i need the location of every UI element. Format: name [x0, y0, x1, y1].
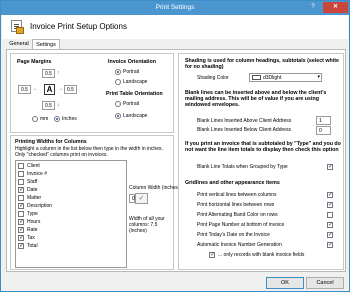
- print-settings-window: Print Settings ? ✕ Invoice Print Setup O…: [0, 0, 350, 292]
- column-checkbox[interactable]: [18, 179, 24, 185]
- unit-inches-label: Inches: [62, 116, 77, 122]
- shading-color-select[interactable]: d3Dlight ▾: [249, 73, 322, 82]
- window-title: Print Settings: [155, 4, 195, 11]
- invoice-print-icon: [11, 20, 24, 34]
- margins-title: Page Margins: [17, 59, 52, 65]
- column-width-label: Column Width (inches): [129, 185, 180, 191]
- blank-line-totals-checkbox[interactable]: [327, 163, 333, 171]
- option-todays-date-label: Print Today's Date on the Invoice: [197, 232, 270, 238]
- unit-inches-radio[interactable]: [54, 116, 60, 122]
- dialog-header: Invoice Print Setup Options: [2, 15, 348, 39]
- shading-color-value: d3Dlight: [263, 75, 282, 81]
- option-auto-invoice-label: Automatic Invoice Number Generation: [197, 242, 282, 248]
- left-margin-input[interactable]: 0.5: [18, 85, 31, 94]
- help-button[interactable]: ?: [304, 2, 322, 13]
- blank-lines-title: Blank lines can be inserted above and be…: [185, 90, 327, 108]
- invoice-portrait-radio[interactable]: [115, 69, 121, 75]
- column-checkbox[interactable]: [18, 195, 24, 201]
- cancel-button[interactable]: Cancel: [306, 277, 344, 289]
- invoice-landscape-radio[interactable]: [115, 79, 121, 85]
- blank-line-totals-label: Blank Line Totals when Grouped by Type: [197, 164, 288, 170]
- option-blank-invoice-label: ... only records with blank invoice fiel…: [218, 252, 305, 258]
- option-horizontal-lines-label: Print horizontal lines between rows: [197, 202, 275, 208]
- shading-title: Shading is used for column headings, sub…: [185, 58, 339, 70]
- gridlines-title: Gridlines and other appearance items: [185, 180, 280, 186]
- widths-hint: Highlight a column in the list below the…: [15, 146, 163, 158]
- bottom-margin-input[interactable]: 0.5: [42, 101, 55, 110]
- subtotal-title: If you print an invoice that is subtotal…: [185, 141, 341, 153]
- column-checkbox[interactable]: [18, 218, 24, 226]
- option-blank-invoice-checkbox[interactable]: [209, 251, 215, 259]
- bottom-margin-arrow-icon: ↓: [57, 102, 60, 108]
- right-margin-input[interactable]: 0.5: [64, 85, 77, 94]
- invoice-landscape-label: Landscape: [123, 79, 148, 85]
- option-page-number-checkbox[interactable]: [327, 221, 333, 229]
- settings-content: Page Margins 0.5 ↑ 0.5 ← A → 0.5 0.5 ↓ m…: [6, 49, 346, 272]
- column-checkbox[interactable]: [18, 211, 24, 217]
- blank-above-input[interactable]: 1: [316, 116, 331, 125]
- invoice-portrait-label: Portrait: [123, 69, 140, 75]
- check-icon: ✓: [138, 195, 145, 202]
- option-todays-date-checkbox[interactable]: [327, 231, 333, 239]
- option-band-color-checkbox[interactable]: [327, 212, 333, 218]
- dialog-title: Invoice Print Setup Options: [30, 22, 127, 31]
- top-margin-input[interactable]: 0.5: [42, 69, 55, 78]
- column-list[interactable]: Client Invoice # Staff Date Matter Descr…: [15, 160, 127, 268]
- option-band-color-label: Print Alternating Band Color on rows: [197, 212, 278, 218]
- blank-above-label: Blank Lines Inserted Above Client Addres…: [197, 118, 292, 124]
- table-landscape-radio[interactable]: [115, 113, 121, 119]
- color-swatch: [252, 75, 261, 80]
- page-letter-icon: A: [44, 84, 55, 95]
- option-horizontal-lines-checkbox[interactable]: [327, 201, 333, 209]
- left-margin-arrow-icon: ←: [33, 86, 38, 92]
- option-auto-invoice-checkbox[interactable]: [327, 241, 333, 249]
- tab-general[interactable]: General: [7, 39, 31, 49]
- unit-mm-radio[interactable]: [32, 116, 38, 122]
- table-orientation-title: Print Table Orientation: [106, 91, 163, 97]
- close-button[interactable]: ✕: [323, 2, 348, 13]
- blank-below-label: Blank Lines Inserted Below Client Addres…: [197, 127, 291, 133]
- ok-button[interactable]: OK: [266, 277, 304, 289]
- chevron-down-icon: ▾: [317, 74, 320, 80]
- column-checkbox[interactable]: [18, 171, 24, 177]
- blank-below-input[interactable]: 0: [316, 126, 331, 135]
- title-bar: Print Settings ? ✕: [1, 1, 349, 15]
- margins-panel: Page Margins 0.5 ↑ 0.5 ← A → 0.5 0.5 ↓ m…: [10, 53, 174, 133]
- widths-title: Printing Widths for Columns: [15, 139, 87, 145]
- column-checkbox[interactable]: [18, 202, 24, 210]
- total-width-text: Width of all your columns: 7.5 (inches): [129, 216, 165, 234]
- column-checkbox[interactable]: [18, 226, 24, 234]
- apply-width-button[interactable]: ✓: [135, 193, 148, 204]
- right-margin-arrow-icon: →: [58, 86, 63, 92]
- column-checkbox[interactable]: [18, 163, 24, 169]
- option-page-number-label: Print Page Number at bottom of invoice: [197, 222, 285, 228]
- shading-color-label: Shading Color: [197, 75, 229, 81]
- table-portrait-radio[interactable]: [115, 101, 121, 107]
- invoice-orientation-title: Invoice Orientation: [108, 59, 156, 65]
- column-checkbox[interactable]: [18, 186, 24, 194]
- table-landscape-label: Landscape: [123, 113, 148, 119]
- column-widths-panel: Printing Widths for Columns Highlight a …: [10, 135, 180, 270]
- column-checkbox[interactable]: [18, 242, 24, 250]
- table-portrait-label: Portrait: [123, 101, 140, 107]
- appearance-panel: Shading is used for column headings, sub…: [178, 53, 344, 270]
- unit-mm-label: mm: [40, 116, 49, 122]
- option-vertical-lines-checkbox[interactable]: [327, 191, 333, 199]
- column-checkbox[interactable]: [18, 234, 24, 242]
- top-margin-arrow-icon: ↑: [57, 70, 60, 76]
- option-vertical-lines-label: Print vertical lines between columns: [197, 192, 277, 198]
